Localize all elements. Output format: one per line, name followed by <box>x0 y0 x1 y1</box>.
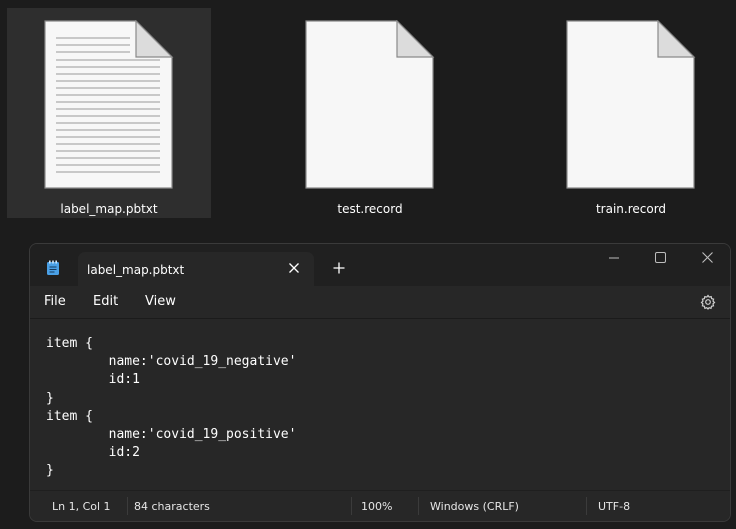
divider <box>586 497 587 515</box>
file-label-map[interactable]: label_map.pbtxt <box>7 8 211 218</box>
file-train-record[interactable]: train.record <box>529 8 733 218</box>
close-icon[interactable] <box>702 252 713 263</box>
tab-title: label_map.pbtxt <box>87 263 185 277</box>
tab-label-map[interactable]: label_map.pbtxt <box>78 252 314 286</box>
blank-file-icon <box>566 20 696 189</box>
character-count: 84 characters <box>134 500 210 513</box>
file-name: label_map.pbtxt <box>60 202 158 216</box>
file-name: test.record <box>337 202 403 216</box>
notepad-window: label_map.pbtxt File Edit View item {na… <box>29 243 731 522</box>
file-name: train.record <box>595 202 667 216</box>
close-tab-icon[interactable] <box>288 262 300 274</box>
menu-edit[interactable]: Edit <box>93 294 118 309</box>
cursor-position: Ln 1, Col 1 <box>52 500 111 513</box>
file-test-record[interactable]: test.record <box>268 8 472 218</box>
blank-file-icon <box>305 20 435 189</box>
text-file-icon <box>44 20 174 189</box>
zoom-level: 100% <box>361 500 393 513</box>
notepad-icon <box>47 260 59 275</box>
plus-icon[interactable] <box>333 262 345 274</box>
editor-content: item { name:'covid_19_negative' id:1 } i… <box>46 336 297 479</box>
menu-view[interactable]: View <box>145 294 176 309</box>
status-bar: Ln 1, Col 1 84 characters 100% Windows (… <box>30 490 730 521</box>
menu-bar: File Edit View <box>30 286 730 318</box>
encoding: UTF-8 <box>598 500 631 513</box>
minimize-icon[interactable] <box>608 257 620 259</box>
line-ending: Windows (CRLF) <box>430 500 519 513</box>
divider <box>127 497 128 515</box>
gear-icon[interactable] <box>700 294 716 310</box>
menu-file[interactable]: File <box>44 294 66 309</box>
divider <box>351 497 352 515</box>
divider <box>418 497 419 515</box>
text-editor[interactable]: item { name:'covid_19_negative' id:1 } i… <box>30 318 730 490</box>
title-bar[interactable]: label_map.pbtxt <box>30 244 730 286</box>
maximize-icon[interactable] <box>655 252 666 263</box>
